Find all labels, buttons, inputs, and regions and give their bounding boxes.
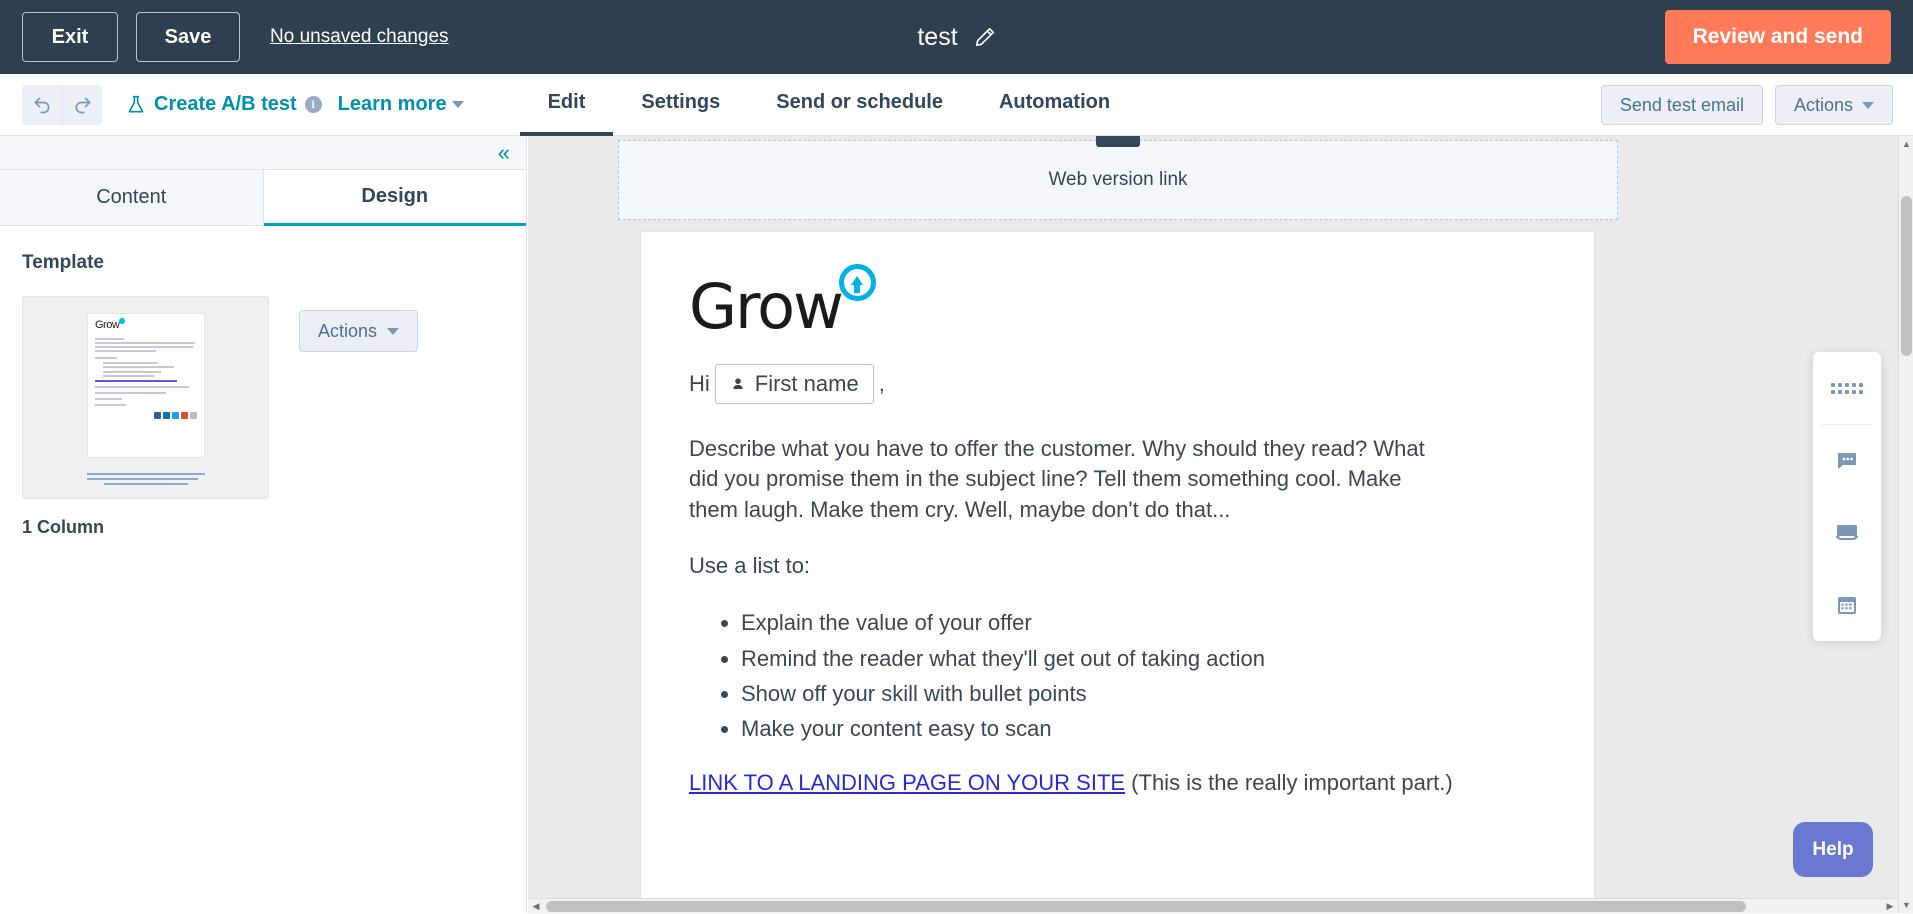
email-list-intro: Use a list to: (689, 551, 1449, 581)
chevron-down-icon (452, 101, 464, 108)
tab-settings[interactable]: Settings (613, 74, 748, 136)
list-item: Explain the value of your offer (741, 607, 1546, 638)
template-thumbnail[interactable]: Grow (22, 296, 269, 499)
flask-icon (126, 94, 146, 116)
page-title: test (917, 23, 957, 52)
thumbnail-social-icons (95, 412, 197, 419)
template-caption: 1 Column (22, 517, 269, 538)
learn-more-dropdown[interactable]: Learn more (338, 93, 464, 116)
ab-test-group: Create A/B test i Learn more (126, 93, 464, 116)
email-paragraph-1: Describe what you have to offer the cust… (689, 434, 1449, 525)
cta-landing-page-link[interactable]: LINK TO A LANDING PAGE ON YOUR SITE (689, 770, 1125, 795)
grow-logo-text: Grow (689, 270, 842, 343)
template-actions-button[interactable]: Actions (299, 310, 418, 352)
greeting-prefix: Hi (689, 371, 710, 397)
thumbnail-footer (87, 470, 205, 488)
chevron-down-icon (387, 328, 399, 335)
thumbnail-logo: Grow (95, 320, 119, 331)
undo-icon[interactable] (22, 85, 62, 125)
vertical-scroll-thumb[interactable] (1901, 196, 1912, 356)
list-item: Make your content easy to scan (741, 713, 1546, 744)
apps-grid-icon[interactable] (1813, 352, 1881, 424)
email-canvas: Web version link Grow Hi (528, 136, 1913, 913)
tab-edit[interactable]: Edit (520, 74, 614, 136)
canvas-inner: Web version link Grow Hi (528, 136, 1896, 901)
horizontal-scrollbar[interactable]: ◀ ▶ (528, 898, 1898, 913)
panel-tabs: Content Design (0, 170, 526, 226)
up-arrow-circle-icon (839, 264, 876, 301)
knowledge-book-icon[interactable] (1813, 497, 1881, 569)
save-button[interactable]: Save (136, 12, 240, 62)
top-bar: Exit Save No unsaved changes test Review… (0, 0, 1913, 74)
thumbnail-top-note (257, 302, 258, 306)
cta-trailing-text: (This is the really important part.) (1125, 770, 1453, 795)
thumbnail-email-card: Grow (87, 313, 205, 458)
undo-redo-group (22, 85, 102, 125)
thumbnail-logo-badge-icon (119, 318, 125, 324)
email-body-card[interactable]: Grow Hi First name , (640, 231, 1595, 901)
greeting-row: Hi First name , (689, 364, 1546, 404)
template-row: Grow (22, 296, 504, 538)
pencil-icon[interactable] (974, 26, 996, 48)
module-drag-handle[interactable] (1096, 136, 1140, 147)
learn-more-label: Learn more (338, 93, 447, 116)
redo-icon[interactable] (62, 85, 102, 125)
scroll-right-icon[interactable]: ▶ (1882, 899, 1898, 914)
actions-dropdown-button[interactable]: Actions (1775, 85, 1893, 125)
editor-tabs: Edit Settings Send or schedule Automatio… (520, 74, 1139, 136)
tab-send-or-schedule[interactable]: Send or schedule (748, 74, 971, 136)
actions-label: Actions (1794, 95, 1853, 116)
scroll-left-icon[interactable]: ◀ (528, 899, 544, 914)
web-version-link-label: Web version link (1048, 169, 1187, 191)
exit-button[interactable]: Exit (22, 12, 118, 62)
right-tool-rail (1813, 352, 1881, 641)
personalization-token-first-name[interactable]: First name (715, 364, 874, 404)
left-panel: « Content Design Template Grow (0, 136, 527, 913)
token-label: First name (755, 371, 859, 397)
grow-logo: Grow (689, 276, 842, 338)
contact-person-icon (730, 375, 746, 394)
panel-collapse-bar: « (0, 136, 526, 170)
review-and-send-button[interactable]: Review and send (1665, 10, 1891, 64)
chevron-double-left-icon[interactable]: « (492, 140, 516, 166)
list-item: Remind the reader what they'll get out o… (741, 643, 1546, 674)
template-section-title: Template (22, 252, 504, 274)
vertical-scrollbar[interactable]: ▲ ▼ (1898, 136, 1913, 913)
chevron-down-icon (1862, 102, 1874, 109)
panel-body: Template Grow (0, 226, 526, 564)
template-actions-label: Actions (318, 321, 377, 342)
horizontal-scroll-thumb[interactable] (546, 901, 1746, 912)
subnav-right-actions: Send test email Actions (1601, 85, 1893, 125)
list-item: Show off your skill with bullet points (741, 678, 1546, 709)
greeting-suffix: , (879, 371, 885, 397)
scroll-down-icon[interactable]: ▼ (1899, 897, 1913, 913)
sub-navigation-bar: Create A/B test i Learn more Edit Settin… (0, 74, 1913, 136)
web-version-link-module[interactable]: Web version link (618, 140, 1618, 220)
email-cta-line: LINK TO A LANDING PAGE ON YOUR SITE (Thi… (689, 770, 1546, 796)
info-icon[interactable]: i (305, 96, 322, 113)
send-test-email-button[interactable]: Send test email (1601, 85, 1763, 125)
unsaved-changes-status[interactable]: No unsaved changes (270, 26, 449, 48)
create-ab-test-link[interactable]: Create A/B test (154, 93, 297, 116)
scroll-up-icon[interactable]: ▲ (1899, 136, 1913, 152)
calendar-icon[interactable] (1813, 569, 1881, 641)
help-button[interactable]: Help (1793, 822, 1873, 877)
panel-tab-content[interactable]: Content (0, 170, 264, 226)
panel-tab-design[interactable]: Design (264, 170, 527, 226)
chat-bubble-icon[interactable] (1813, 425, 1881, 497)
email-bullet-list: Explain the value of your offer Remind t… (689, 607, 1546, 744)
tab-automation[interactable]: Automation (971, 74, 1138, 136)
